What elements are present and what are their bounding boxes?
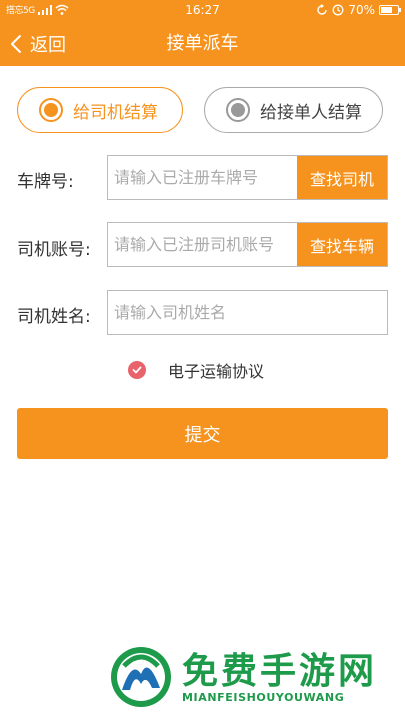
watermark-text: 免费手游网 MIANFEISHOUYOUWANG	[182, 651, 377, 704]
settle-receiver-label: 给接单人结算	[260, 102, 362, 123]
plate-input[interactable]	[108, 156, 297, 199]
plate-field: 查找司机	[107, 155, 388, 200]
settle-driver-option[interactable]: 给司机结算	[17, 87, 183, 133]
agreement-checkbox[interactable]	[128, 361, 146, 379]
battery-icon	[379, 5, 401, 15]
status-right: 70%	[316, 3, 401, 17]
agreement-row: 电子运输协议	[128, 358, 264, 382]
watermark-logo-icon	[111, 647, 171, 707]
settle-driver-label: 给司机结算	[73, 102, 158, 123]
name-input[interactable]	[108, 291, 387, 334]
find-driver-button[interactable]: 查找司机	[297, 156, 387, 199]
account-label: 司机账号:	[17, 240, 91, 260]
battery-fill	[381, 7, 393, 13]
plate-label: 车牌号:	[17, 172, 74, 192]
submit-button[interactable]: 提交	[17, 408, 388, 459]
sync-icon	[317, 4, 328, 15]
back-label: 返回	[30, 35, 66, 56]
watermark-en: MIANFEISHOUYOUWANG	[182, 690, 345, 704]
watermark-cn: 免费手游网	[182, 649, 378, 692]
watermark: 免费手游网 MIANFEISHOUYOUWANG	[108, 644, 377, 710]
status-bar: 搭忘5G 16:27 70%	[0, 0, 405, 22]
radio-selected-icon	[39, 98, 63, 122]
account-field: 查找车辆	[107, 222, 388, 267]
find-vehicle-button[interactable]: 查找车辆	[297, 223, 387, 266]
nav-bar: 返回 接单派车	[0, 22, 405, 66]
settle-receiver-option[interactable]: 给接单人结算	[204, 87, 383, 133]
clock-icon	[332, 4, 344, 16]
account-input[interactable]	[108, 223, 297, 266]
radio-unselected-icon	[226, 98, 250, 122]
chevron-left-icon	[11, 35, 21, 53]
check-icon	[132, 366, 142, 374]
agreement-label[interactable]: 电子运输协议	[168, 358, 264, 382]
name-field	[107, 290, 388, 335]
back-button[interactable]: 返回	[6, 22, 66, 66]
name-label: 司机姓名:	[17, 307, 91, 327]
battery-percent: 70%	[348, 3, 375, 17]
